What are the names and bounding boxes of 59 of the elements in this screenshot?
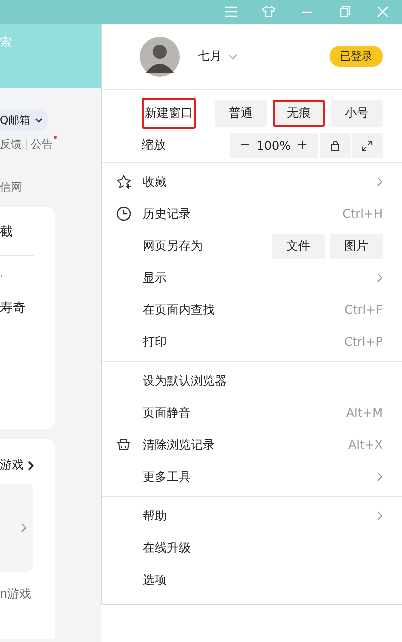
menu-item[interactable]: 设为默认浏览器: [143, 372, 227, 390]
chevron-right-icon: [377, 511, 383, 521]
shortcut-text: Alt+X: [348, 438, 383, 452]
menu-item[interactable]: 打印: [143, 334, 167, 350]
games-text: n游戏: [0, 586, 32, 603]
menu-item[interactable]: 更多工具: [143, 468, 191, 486]
menu-item[interactable]: 网页另存为: [143, 238, 203, 254]
mail-button[interactable]: Q邮箱: [0, 110, 49, 131]
user-name[interactable]: 七月: [198, 48, 222, 65]
restore-icon[interactable]: [338, 6, 352, 18]
zoom-label: 缩放: [142, 137, 166, 154]
shortcut-text: Ctrl+F: [344, 303, 383, 317]
lock-icon: [330, 140, 341, 152]
menu-item[interactable]: 选项: [143, 572, 167, 588]
shortcut-text: Alt+M: [346, 406, 383, 420]
zoom-value: 100%: [256, 138, 292, 152]
chevron-right-icon: [377, 273, 383, 283]
site-text: 信网: [0, 180, 22, 195]
window-mode-button[interactable]: 小号: [331, 100, 383, 127]
shirt-icon[interactable]: [262, 6, 276, 18]
shortcut-text: Ctrl+H: [342, 207, 383, 221]
expand-icon: [362, 140, 373, 152]
save-as-button[interactable]: 图片: [330, 234, 383, 258]
shortcut-text: Ctrl+P: [344, 335, 383, 349]
close-icon[interactable]: [376, 6, 390, 18]
card-text: 截: [0, 224, 13, 241]
avatar[interactable]: [140, 36, 180, 76]
menu-item[interactable]: 清除浏览记录: [143, 436, 215, 454]
window-mode-button[interactable]: 普通: [215, 100, 267, 127]
game-panel[interactable]: [0, 484, 33, 572]
logged-in-badge: 已登录: [330, 46, 383, 67]
feedback-link[interactable]: 反馈: [0, 137, 22, 152]
chevron-right-icon: [21, 523, 27, 533]
search-text: 索: [0, 34, 12, 51]
chevron-right-icon: [377, 177, 383, 187]
chevron-right-icon: [28, 460, 34, 470]
menu-item[interactable]: 页面静音: [143, 404, 191, 422]
card-text: ·: [0, 270, 4, 283]
menu-item[interactable]: 在页面内查找: [143, 302, 215, 318]
menu-item[interactable]: 在线升级: [143, 540, 191, 556]
star-plus-icon: [116, 174, 132, 190]
chevron-down-icon: [34, 118, 43, 123]
zoom-in-button[interactable]: +: [297, 138, 308, 153]
menu-item[interactable]: 显示: [143, 270, 167, 286]
basket-icon: [116, 437, 132, 453]
menu-icon[interactable]: [224, 6, 238, 18]
chevron-down-icon[interactable]: [228, 54, 238, 60]
notice-link[interactable]: 公告: [31, 137, 53, 152]
zoom-out-button[interactable]: −: [240, 138, 251, 153]
menu-item[interactable]: 帮助: [143, 508, 167, 524]
card-text: 寿奇: [0, 300, 26, 317]
save-as-button[interactable]: 文件: [272, 234, 325, 258]
new-window-item[interactable]: 新建窗口: [142, 98, 196, 129]
clock-icon: [116, 206, 132, 222]
window-mode-button[interactable]: 无痕: [273, 100, 325, 127]
games-link[interactable]: 游戏: [0, 457, 34, 474]
menu-item[interactable]: 收藏: [143, 174, 167, 190]
chevron-right-icon: [377, 472, 383, 482]
menu-item[interactable]: 历史记录: [143, 206, 191, 222]
